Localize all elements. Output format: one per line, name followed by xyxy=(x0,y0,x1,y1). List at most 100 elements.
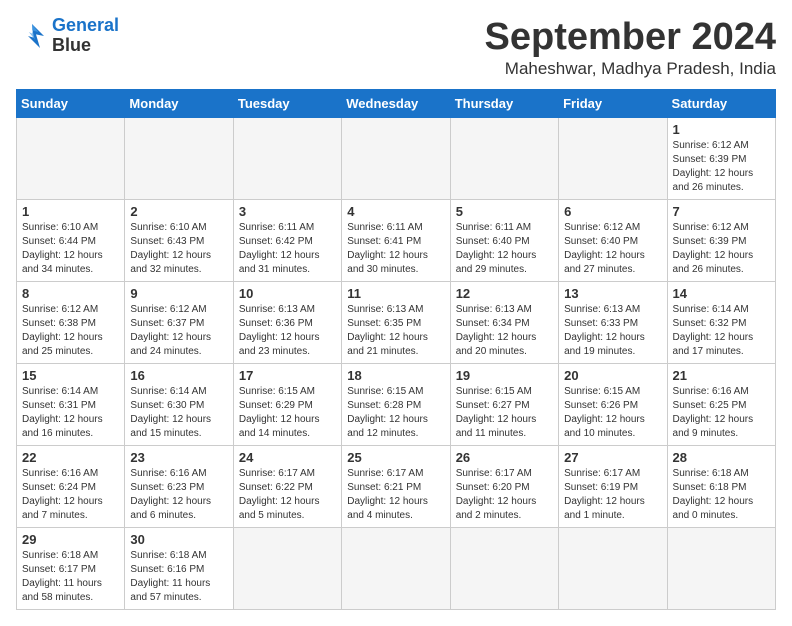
day-info: Sunrise: 6:12 AMSunset: 6:38 PMDaylight:… xyxy=(22,303,119,359)
calendar-week-2: 1 Sunrise: 6:10 AMSunset: 6:44 PMDayligh… xyxy=(17,200,776,282)
calendar-day: 13 Sunrise: 6:13 AMSunset: 6:33 PMDaylig… xyxy=(559,282,667,364)
calendar-day: 18 Sunrise: 6:15 AMSunset: 6:28 PMDaylig… xyxy=(342,364,450,446)
calendar-day: 22 Sunrise: 6:16 AMSunset: 6:24 PMDaylig… xyxy=(17,446,125,528)
calendar-day: 5 Sunrise: 6:11 AMSunset: 6:40 PMDayligh… xyxy=(450,200,558,282)
day-number: 4 xyxy=(347,204,444,219)
day-info: Sunrise: 6:15 AMSunset: 6:29 PMDaylight:… xyxy=(239,385,336,441)
calendar-week-3: 8 Sunrise: 6:12 AMSunset: 6:38 PMDayligh… xyxy=(17,282,776,364)
day-number: 7 xyxy=(673,204,770,219)
day-info: Sunrise: 6:18 AMSunset: 6:16 PMDaylight:… xyxy=(130,549,227,605)
calendar-day: 20 Sunrise: 6:15 AMSunset: 6:26 PMDaylig… xyxy=(559,364,667,446)
calendar-day xyxy=(342,118,450,200)
day-number: 12 xyxy=(456,286,553,301)
calendar-day: 28 Sunrise: 6:18 AMSunset: 6:18 PMDaylig… xyxy=(667,446,775,528)
day-info: Sunrise: 6:13 AMSunset: 6:33 PMDaylight:… xyxy=(564,303,661,359)
calendar-day: 21 Sunrise: 6:16 AMSunset: 6:25 PMDaylig… xyxy=(667,364,775,446)
column-header-friday: Friday xyxy=(559,90,667,118)
calendar-day: 2 Sunrise: 6:10 AMSunset: 6:43 PMDayligh… xyxy=(125,200,233,282)
calendar-day xyxy=(125,118,233,200)
page-header: General Blue September 2024 Maheshwar, M… xyxy=(16,16,776,79)
day-number: 29 xyxy=(22,532,119,547)
month-title: September 2024 xyxy=(485,16,777,59)
column-header-monday: Monday xyxy=(125,90,233,118)
day-info: Sunrise: 6:16 AMSunset: 6:24 PMDaylight:… xyxy=(22,467,119,523)
calendar-day: 16 Sunrise: 6:14 AMSunset: 6:30 PMDaylig… xyxy=(125,364,233,446)
column-header-thursday: Thursday xyxy=(450,90,558,118)
logo-icon xyxy=(16,20,48,52)
day-number: 19 xyxy=(456,368,553,383)
day-info: Sunrise: 6:13 AMSunset: 6:34 PMDaylight:… xyxy=(456,303,553,359)
day-number: 8 xyxy=(22,286,119,301)
day-number: 2 xyxy=(130,204,227,219)
day-number: 14 xyxy=(673,286,770,301)
day-info: Sunrise: 6:15 AMSunset: 6:27 PMDaylight:… xyxy=(456,385,553,441)
column-header-saturday: Saturday xyxy=(667,90,775,118)
day-number: 16 xyxy=(130,368,227,383)
calendar-day: 25 Sunrise: 6:17 AMSunset: 6:21 PMDaylig… xyxy=(342,446,450,528)
calendar-day xyxy=(342,528,450,610)
calendar-day xyxy=(450,118,558,200)
calendar-day: 11 Sunrise: 6:13 AMSunset: 6:35 PMDaylig… xyxy=(342,282,450,364)
day-number: 11 xyxy=(347,286,444,301)
day-number: 1 xyxy=(673,122,770,137)
calendar-day: 26 Sunrise: 6:17 AMSunset: 6:20 PMDaylig… xyxy=(450,446,558,528)
day-number: 20 xyxy=(564,368,661,383)
column-header-tuesday: Tuesday xyxy=(233,90,341,118)
location-title: Maheshwar, Madhya Pradesh, India xyxy=(485,59,777,79)
day-number: 25 xyxy=(347,450,444,465)
calendar-day: 24 Sunrise: 6:17 AMSunset: 6:22 PMDaylig… xyxy=(233,446,341,528)
day-number: 6 xyxy=(564,204,661,219)
day-number: 3 xyxy=(239,204,336,219)
day-info: Sunrise: 6:15 AMSunset: 6:26 PMDaylight:… xyxy=(564,385,661,441)
calendar-day: 4 Sunrise: 6:11 AMSunset: 6:41 PMDayligh… xyxy=(342,200,450,282)
day-info: Sunrise: 6:17 AMSunset: 6:22 PMDaylight:… xyxy=(239,467,336,523)
day-number: 21 xyxy=(673,368,770,383)
calendar-day: 17 Sunrise: 6:15 AMSunset: 6:29 PMDaylig… xyxy=(233,364,341,446)
day-info: Sunrise: 6:16 AMSunset: 6:25 PMDaylight:… xyxy=(673,385,770,441)
day-number: 15 xyxy=(22,368,119,383)
calendar-day: 23 Sunrise: 6:16 AMSunset: 6:23 PMDaylig… xyxy=(125,446,233,528)
calendar-header-row: SundayMondayTuesdayWednesdayThursdayFrid… xyxy=(17,90,776,118)
calendar-day xyxy=(233,118,341,200)
calendar-day: 6 Sunrise: 6:12 AMSunset: 6:40 PMDayligh… xyxy=(559,200,667,282)
day-info: Sunrise: 6:11 AMSunset: 6:41 PMDaylight:… xyxy=(347,221,444,277)
day-number: 18 xyxy=(347,368,444,383)
calendar-day: 14 Sunrise: 6:14 AMSunset: 6:32 PMDaylig… xyxy=(667,282,775,364)
calendar-day: 30 Sunrise: 6:18 AMSunset: 6:16 PMDaylig… xyxy=(125,528,233,610)
calendar-day xyxy=(559,118,667,200)
day-number: 17 xyxy=(239,368,336,383)
day-info: Sunrise: 6:18 AMSunset: 6:18 PMDaylight:… xyxy=(673,467,770,523)
logo-line1: General xyxy=(52,15,119,35)
calendar-day xyxy=(17,118,125,200)
calendar-day: 8 Sunrise: 6:12 AMSunset: 6:38 PMDayligh… xyxy=(17,282,125,364)
day-info: Sunrise: 6:12 AMSunset: 6:37 PMDaylight:… xyxy=(130,303,227,359)
calendar-day: 15 Sunrise: 6:14 AMSunset: 6:31 PMDaylig… xyxy=(17,364,125,446)
day-info: Sunrise: 6:12 AMSunset: 6:39 PMDaylight:… xyxy=(673,139,770,195)
logo: General Blue xyxy=(16,16,119,56)
day-number: 13 xyxy=(564,286,661,301)
day-info: Sunrise: 6:11 AMSunset: 6:42 PMDaylight:… xyxy=(239,221,336,277)
logo-line2: Blue xyxy=(52,35,91,55)
day-number: 23 xyxy=(130,450,227,465)
day-number: 22 xyxy=(22,450,119,465)
calendar-day xyxy=(559,528,667,610)
day-info: Sunrise: 6:12 AMSunset: 6:40 PMDaylight:… xyxy=(564,221,661,277)
day-number: 5 xyxy=(456,204,553,219)
day-info: Sunrise: 6:12 AMSunset: 6:39 PMDaylight:… xyxy=(673,221,770,277)
day-number: 10 xyxy=(239,286,336,301)
calendar-day: 9 Sunrise: 6:12 AMSunset: 6:37 PMDayligh… xyxy=(125,282,233,364)
day-info: Sunrise: 6:14 AMSunset: 6:31 PMDaylight:… xyxy=(22,385,119,441)
day-info: Sunrise: 6:18 AMSunset: 6:17 PMDaylight:… xyxy=(22,549,119,605)
day-number: 1 xyxy=(22,204,119,219)
calendar-day: 27 Sunrise: 6:17 AMSunset: 6:19 PMDaylig… xyxy=(559,446,667,528)
day-number: 27 xyxy=(564,450,661,465)
day-info: Sunrise: 6:11 AMSunset: 6:40 PMDaylight:… xyxy=(456,221,553,277)
day-info: Sunrise: 6:17 AMSunset: 6:21 PMDaylight:… xyxy=(347,467,444,523)
day-info: Sunrise: 6:14 AMSunset: 6:32 PMDaylight:… xyxy=(673,303,770,359)
day-info: Sunrise: 6:10 AMSunset: 6:44 PMDaylight:… xyxy=(22,221,119,277)
calendar-day: 19 Sunrise: 6:15 AMSunset: 6:27 PMDaylig… xyxy=(450,364,558,446)
calendar-day xyxy=(667,528,775,610)
day-info: Sunrise: 6:16 AMSunset: 6:23 PMDaylight:… xyxy=(130,467,227,523)
calendar-day: 29 Sunrise: 6:18 AMSunset: 6:17 PMDaylig… xyxy=(17,528,125,610)
calendar-day: 10 Sunrise: 6:13 AMSunset: 6:36 PMDaylig… xyxy=(233,282,341,364)
